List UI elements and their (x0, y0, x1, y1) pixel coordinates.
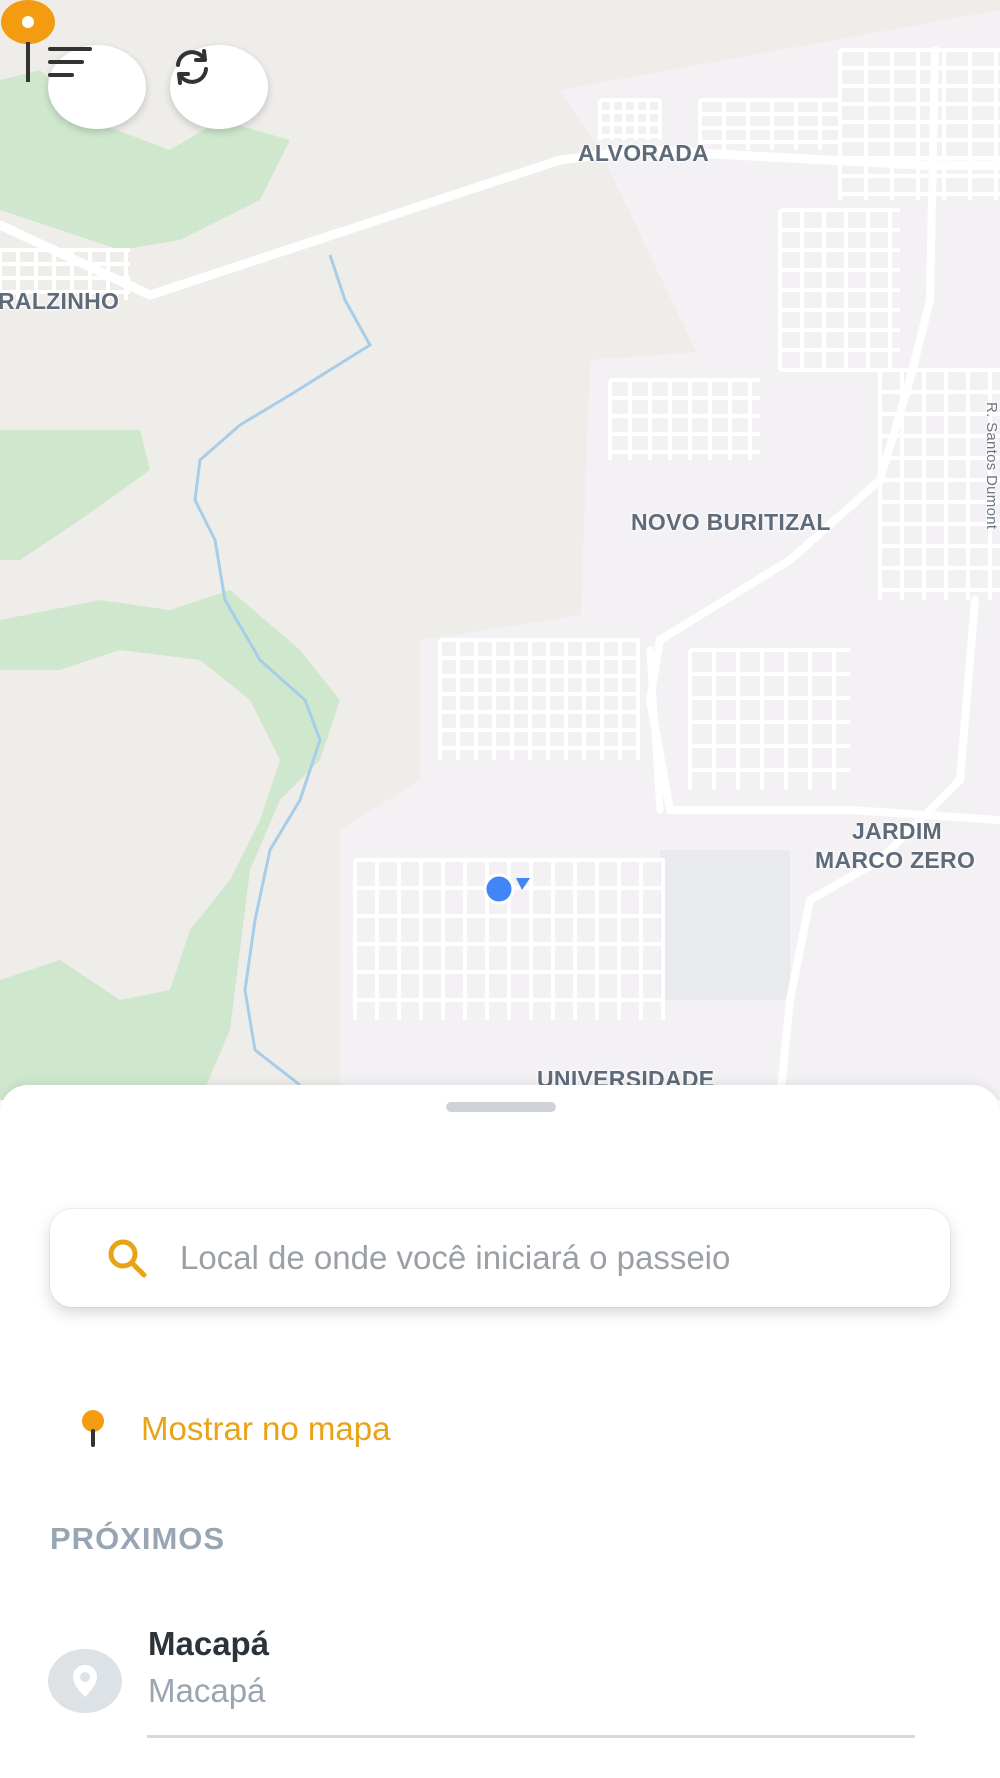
show-on-map-label: Mostrar no mapa (141, 1410, 391, 1447)
location-icon (48, 1649, 122, 1713)
map-pin-icon (82, 1410, 104, 1447)
refresh-icon (176, 49, 208, 85)
search-input[interactable] (178, 1238, 882, 1278)
search-icon (108, 1239, 147, 1278)
map-view[interactable]: ALVORADA RALZINHO NOVO BURITIZAL JARDIM … (0, 0, 1000, 1100)
refresh-button[interactable] (170, 45, 268, 129)
map-label-street: R. Santos Dumont (983, 402, 1000, 530)
map-canvas[interactable] (0, 0, 1000, 1100)
list-divider (147, 1735, 915, 1738)
map-label-novo-buritizal: NOVO BURITIZAL (631, 509, 831, 535)
place-subtitle: Macapá (148, 1672, 266, 1709)
search-bar[interactable] (50, 1209, 950, 1307)
bottom-sheet: Mostrar no mapa PRÓXIMOS Macapá Macapá (0, 1085, 1000, 1778)
map-label-buritizal: RALZINHO (0, 288, 120, 314)
list-item[interactable]: Macapá Macapá (48, 1625, 918, 1740)
map-label-marco-zero: MARCO ZERO (815, 847, 976, 873)
map-pin-marker[interactable] (0, 0, 56, 110)
nearby-section-title: PRÓXIMOS (50, 1521, 226, 1556)
show-on-map-button[interactable]: Mostrar no mapa (80, 1409, 390, 1449)
current-location-dot (483, 873, 530, 905)
sheet-drag-handle[interactable] (446, 1102, 556, 1112)
screen: ALVORADA RALZINHO NOVO BURITIZAL JARDIM … (0, 0, 1000, 1778)
place-title: Macapá (148, 1625, 270, 1662)
map-label-alvorada: ALVORADA (578, 140, 710, 166)
map-label-jardim: JARDIM (852, 818, 942, 844)
menu-button[interactable] (48, 45, 146, 129)
